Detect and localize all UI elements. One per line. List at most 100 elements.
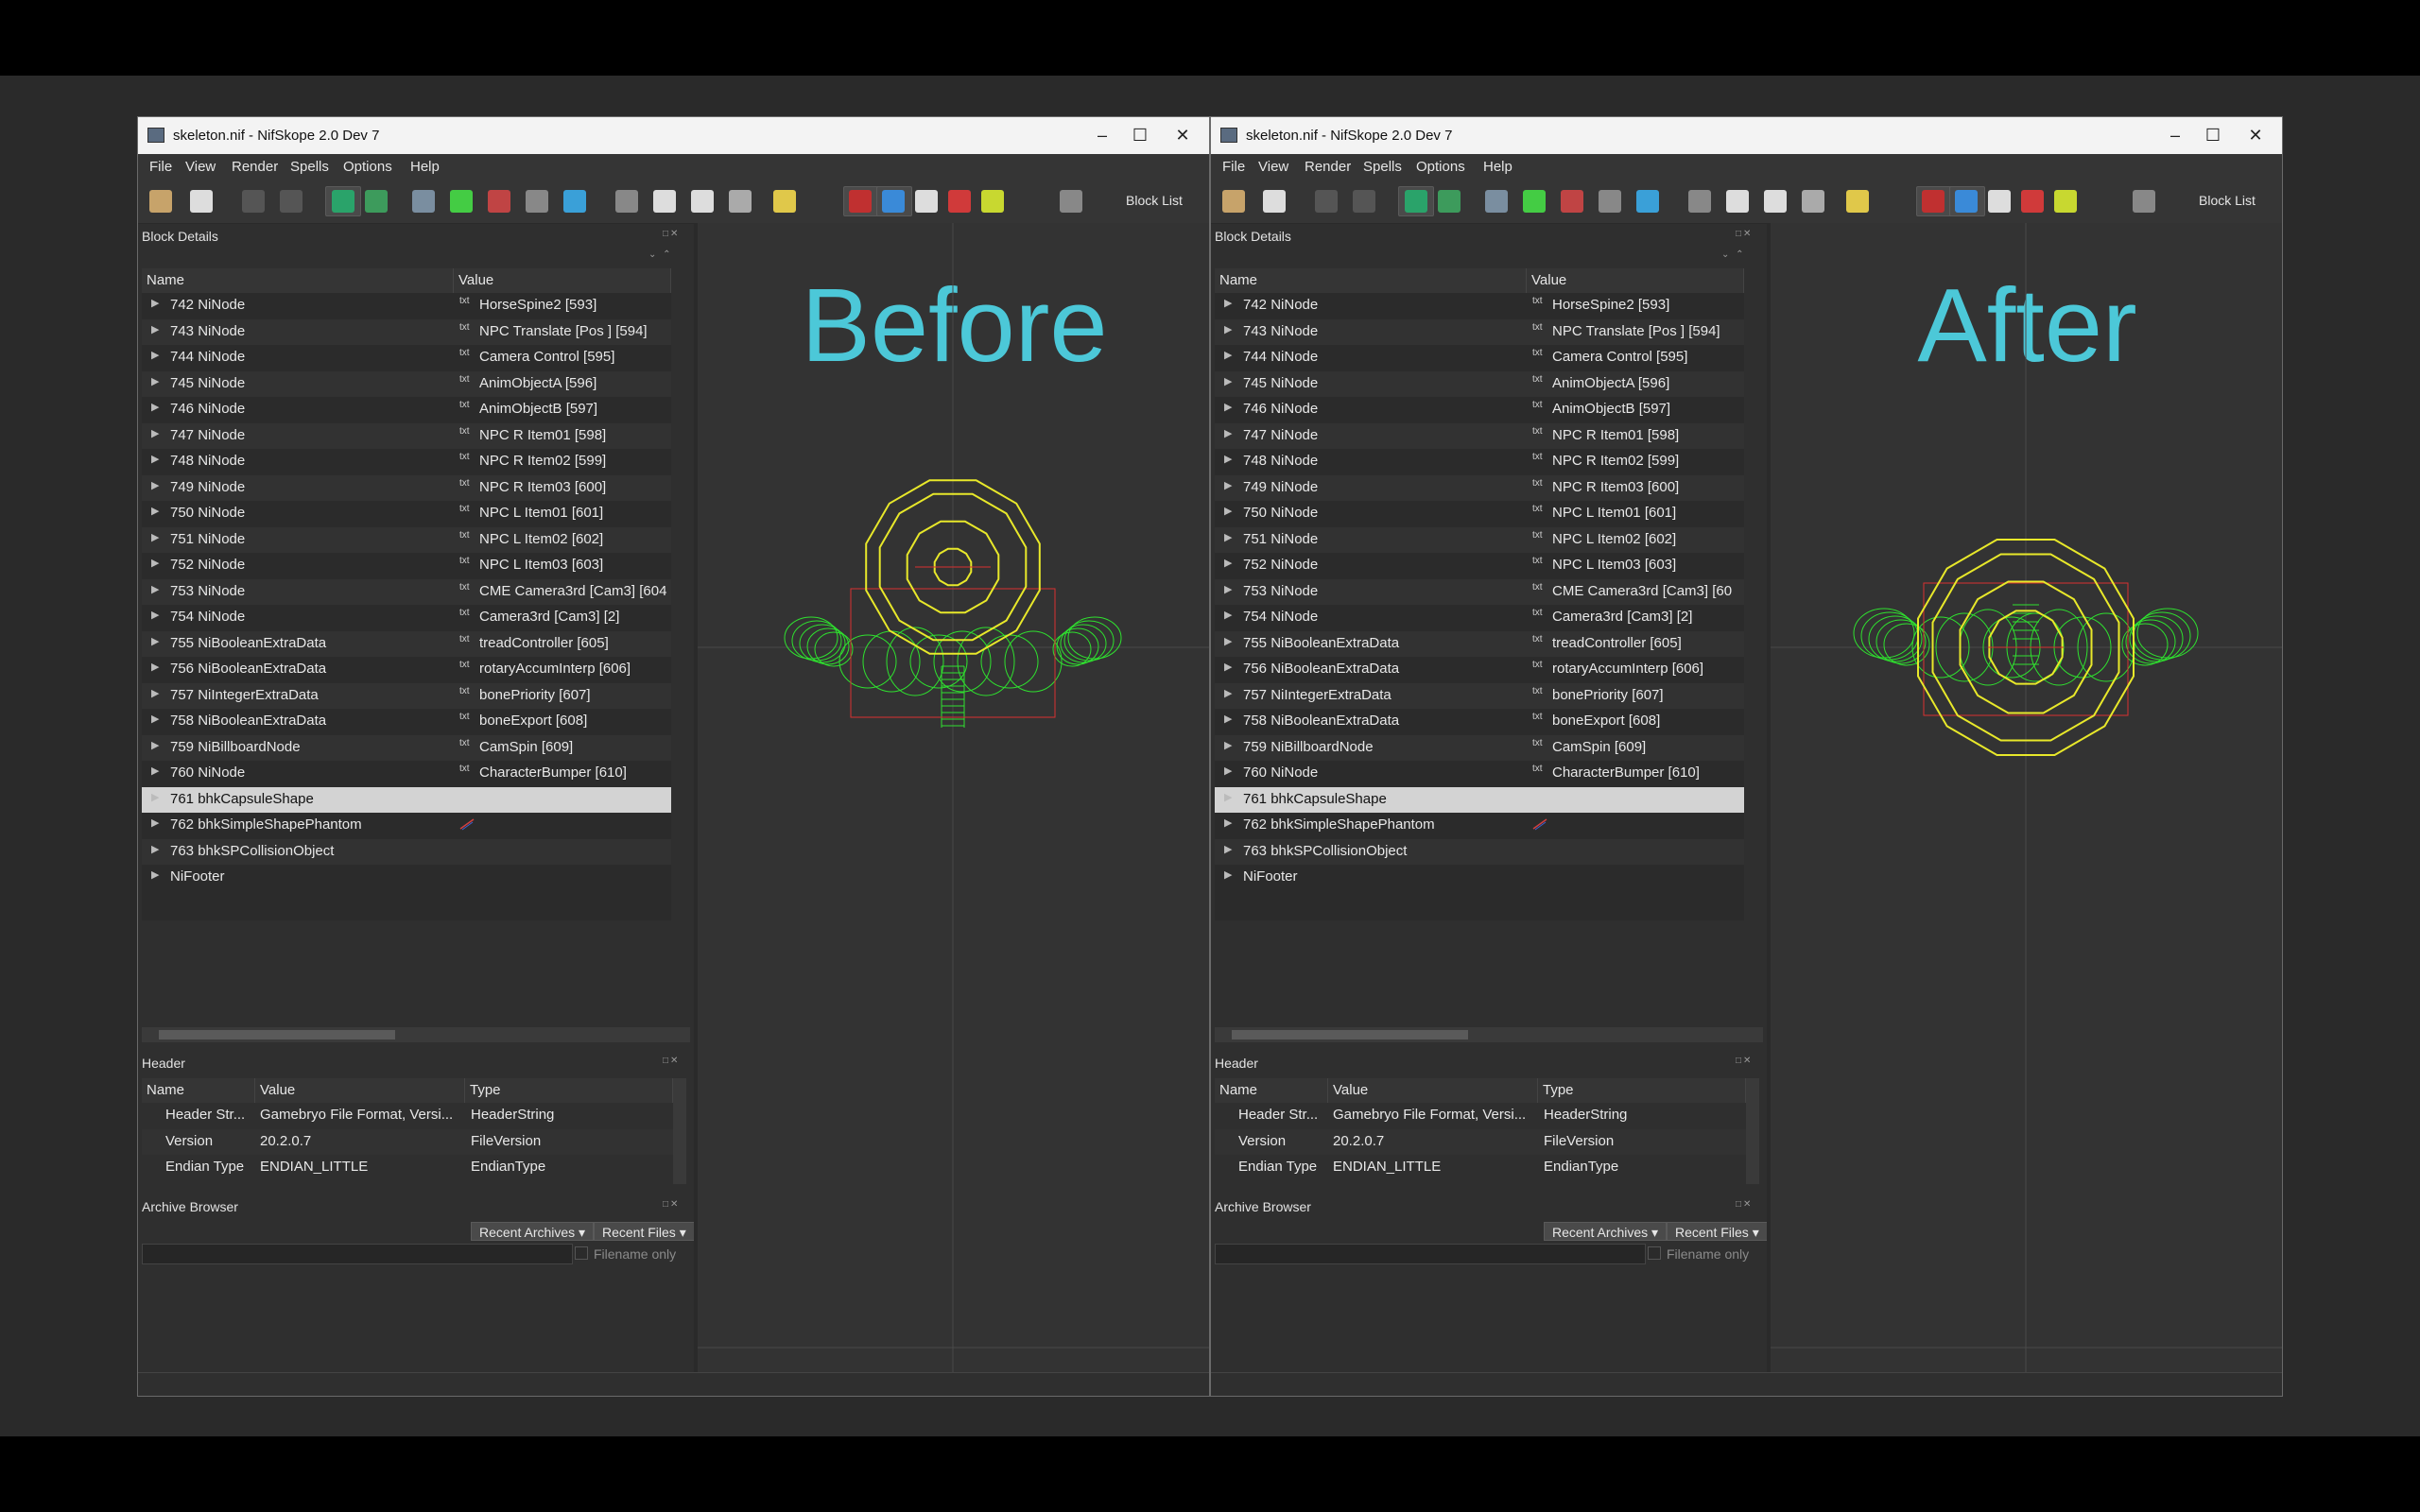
menu-view[interactable]: View (185, 159, 216, 175)
recent-files-dropdown[interactable]: Recent Files ▾ (594, 1222, 695, 1241)
table-row[interactable]: ▶ 751 NiNode txt NPC L Item02 [602] (1215, 526, 1744, 553)
table-row[interactable]: ▶ 761 bhkCapsuleShape (142, 786, 671, 813)
table-row[interactable]: ▶ 747 NiNode txt NPC R Item01 [598] (142, 422, 671, 449)
vertex-icon[interactable] (915, 190, 938, 213)
recent-archives-dropdown[interactable]: Recent Archives ▾ (471, 1222, 595, 1241)
expand-arrow-icon[interactable]: ▶ (151, 349, 159, 361)
hidden-icon[interactable] (691, 190, 714, 213)
table-row[interactable]: ▶ 757 NiIntegerExtraData txt bonePriority [… (1215, 682, 1744, 709)
table-row[interactable]: ▶ 752 NiNode txt NPC L Item03 [603] (142, 553, 671, 578)
table-row[interactable]: ▶ 762 bhkSimpleShapePhantom (142, 813, 671, 838)
table-row[interactable]: ▶ 751 NiNode txt NPC L Item02 [602] (142, 526, 671, 553)
sort-arrows-icon[interactable]: ⌄ ⌃ (648, 249, 673, 260)
open-file-icon[interactable] (1222, 190, 1245, 213)
column-header-type[interactable]: Type (1538, 1078, 1746, 1103)
expand-arrow-icon[interactable]: ▶ (1224, 687, 1232, 699)
expand-arrow-icon[interactable]: ▶ (1224, 401, 1232, 413)
dock-float-close-icon[interactable]: □✕ (663, 1056, 680, 1066)
wire-view-icon[interactable] (488, 190, 510, 213)
column-header-name[interactable]: Name (1215, 268, 1527, 293)
table-row[interactable]: ▶ NiFooter (142, 865, 671, 890)
expand-arrow-icon[interactable]: ▶ (1224, 323, 1232, 335)
table-row[interactable]: ▶ 742 NiNode txt HorseSpine2 [593] (142, 293, 671, 318)
table-row[interactable]: ▶ 746 NiNode txt AnimObjectB [597] (1215, 397, 1744, 422)
select-node-icon[interactable] (1438, 190, 1461, 213)
maximize-button[interactable]: ☐ (1121, 123, 1159, 147)
column-header-value[interactable]: Value (255, 1078, 465, 1103)
expand-arrow-icon[interactable]: ▶ (1224, 843, 1232, 855)
expand-arrow-icon[interactable]: ▶ (151, 687, 159, 699)
menu-render[interactable]: Render (232, 159, 278, 175)
axis-icon[interactable] (849, 190, 872, 213)
table-row[interactable]: Endian Type ENDIAN_LITTLE EndianType (1215, 1155, 1754, 1180)
table-row[interactable]: ▶ NiFooter (1215, 865, 1744, 890)
skeleton-icon[interactable] (615, 190, 638, 213)
table-row[interactable]: ▶ 747 NiNode txt NPC R Item01 [598] (1215, 422, 1744, 449)
table-row[interactable]: ▶ 757 NiIntegerExtraData txt bonePriority [… (142, 682, 671, 709)
3d-viewport[interactable]: After (1771, 223, 2282, 1396)
expand-arrow-icon[interactable]: ▶ (1224, 635, 1232, 647)
redo-icon[interactable] (280, 190, 302, 213)
dock-float-close-icon[interactable]: □✕ (663, 1199, 680, 1210)
expand-arrow-icon[interactable]: ▶ (151, 427, 159, 439)
maximize-button[interactable]: ☐ (2194, 123, 2232, 147)
visibility-icon[interactable] (1726, 190, 1749, 213)
expand-arrow-icon[interactable]: ▶ (1224, 297, 1232, 309)
expand-arrow-icon[interactable]: ▶ (1224, 375, 1232, 387)
expand-arrow-icon[interactable]: ▶ (1224, 479, 1232, 491)
table-row[interactable]: ▶ 750 NiNode txt NPC L Item01 [601] (142, 501, 671, 526)
table-row[interactable]: ▶ 743 NiNode txt NPC Translate [Pos ] [594] (1215, 318, 1744, 345)
erase-icon[interactable] (948, 190, 971, 213)
column-header-value[interactable]: Value (454, 268, 671, 293)
close-button[interactable]: ✕ (2237, 123, 2274, 147)
hidden-icon[interactable] (1764, 190, 1787, 213)
table-row[interactable]: ▶ 755 NiBooleanExtraData txt treadControlle… (142, 630, 671, 657)
scrollbar-thumb[interactable] (1232, 1030, 1468, 1040)
table-row[interactable]: ▶ 759 NiBillboardNode txt CamSpin [609] (142, 734, 671, 761)
expand-arrow-icon[interactable]: ▶ (151, 531, 159, 543)
archive-filter-input[interactable] (1215, 1244, 1646, 1264)
clip-view-icon[interactable] (526, 190, 548, 213)
menu-file[interactable]: File (1222, 159, 1245, 175)
column-header-name[interactable]: Name (142, 268, 454, 293)
expand-arrow-icon[interactable]: ▶ (1224, 791, 1232, 803)
expand-arrow-icon[interactable]: ▶ (1224, 609, 1232, 621)
column-header-name[interactable]: Name (1215, 1078, 1328, 1103)
save-icon[interactable] (1263, 190, 1286, 213)
vertex-icon[interactable] (1988, 190, 2011, 213)
undo-icon[interactable] (242, 190, 265, 213)
expand-arrow-icon[interactable]: ▶ (151, 816, 159, 829)
recent-files-dropdown[interactable]: Recent Files ▾ (1667, 1222, 1768, 1241)
expand-arrow-icon[interactable]: ▶ (151, 297, 159, 309)
expand-arrow-icon[interactable]: ▶ (151, 323, 159, 335)
collision-icon[interactable] (2054, 190, 2077, 213)
block-list-horizontal-scrollbar[interactable] (1215, 1027, 1763, 1042)
expand-arrow-icon[interactable]: ▶ (1224, 713, 1232, 725)
dock-float-close-icon[interactable]: □✕ (1736, 1199, 1753, 1210)
cube-view-icon[interactable] (1636, 190, 1659, 213)
sort-arrows-icon[interactable]: ⌄ ⌃ (1721, 249, 1746, 260)
recent-archives-dropdown[interactable]: Recent Archives ▾ (1544, 1222, 1668, 1241)
table-row[interactable]: Header Str... Gamebryo File Format, Versi… (142, 1103, 681, 1128)
menu-render[interactable]: Render (1305, 159, 1351, 175)
expand-arrow-icon[interactable]: ▶ (151, 375, 159, 387)
expand-arrow-icon[interactable]: ▶ (151, 739, 159, 751)
table-row[interactable]: ▶ 743 NiNode txt NPC Translate [Pos ] [594] (142, 318, 671, 345)
visibility-icon[interactable] (653, 190, 676, 213)
expand-arrow-icon[interactable]: ▶ (1224, 531, 1232, 543)
cube-view-icon[interactable] (563, 190, 586, 213)
expand-arrow-icon[interactable]: ▶ (1224, 661, 1232, 673)
menu-view[interactable]: View (1258, 159, 1288, 175)
expand-arrow-icon[interactable]: ▶ (151, 765, 159, 777)
header-vertical-scrollbar[interactable] (673, 1078, 686, 1184)
block-list-toggle[interactable]: Block List (2199, 193, 2256, 208)
table-row[interactable]: ▶ 758 NiBooleanExtraData txt boneExport [60… (1215, 709, 1744, 734)
texture-view-icon[interactable] (1523, 190, 1546, 213)
header-vertical-scrollbar[interactable] (1746, 1078, 1759, 1184)
clip-view-icon[interactable] (1599, 190, 1621, 213)
expand-arrow-icon[interactable]: ▶ (151, 713, 159, 725)
table-row[interactable]: ▶ 749 NiNode txt NPC R Item03 [600] (142, 474, 671, 501)
table-row[interactable]: ▶ 756 NiBooleanExtraData txt rotaryAccumInt… (142, 657, 671, 682)
column-header-name[interactable]: Name (142, 1078, 255, 1103)
table-row[interactable]: ▶ 742 NiNode txt HorseSpine2 [593] (1215, 293, 1744, 318)
